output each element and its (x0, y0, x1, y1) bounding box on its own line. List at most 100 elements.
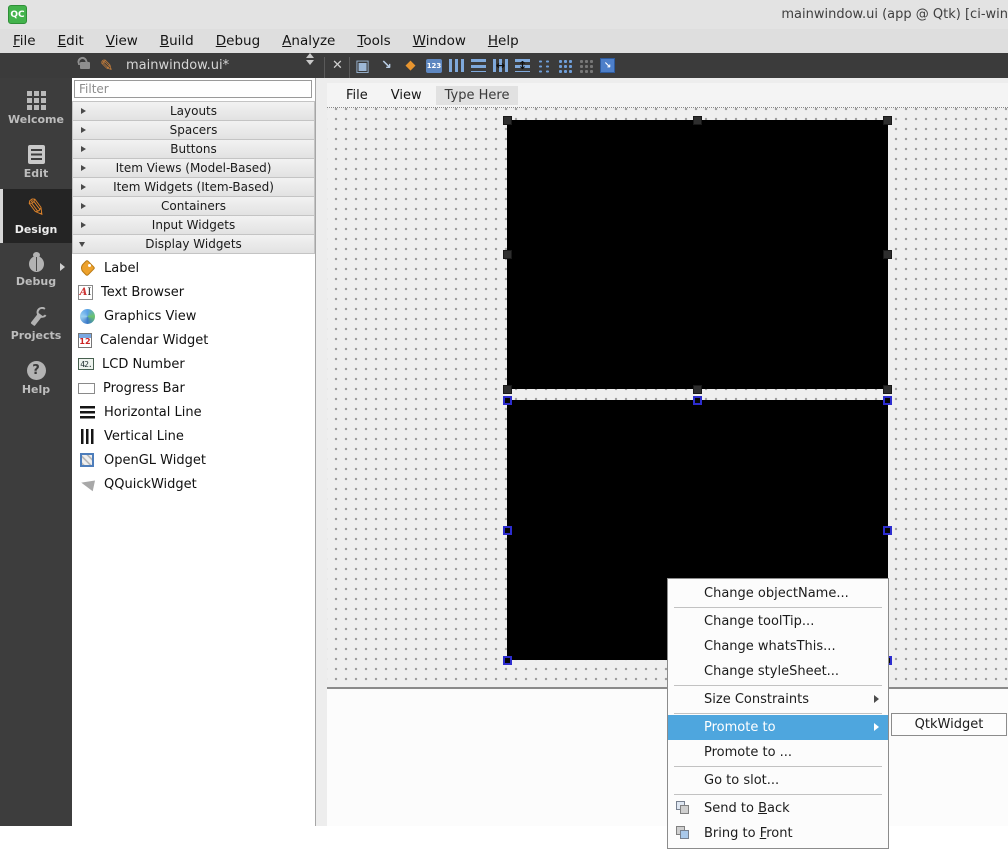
resize-handle-blue[interactable] (503, 656, 512, 665)
resize-handle-dark[interactable] (693, 116, 702, 125)
resize-handle-blue[interactable] (883, 526, 892, 535)
context-menu-item-change-objectname[interactable]: Change objectName... (668, 581, 888, 606)
widget-item-opengl-widget[interactable]: OpenGL Widget (72, 448, 315, 472)
bring-to-front-icon (676, 826, 691, 841)
sidebar-mode-debug[interactable]: Debug (0, 243, 72, 297)
context-menu-item-size-constraints[interactable]: Size Constraints (668, 687, 888, 712)
resize-handle-dark[interactable] (503, 116, 512, 125)
layout-vertically-icon[interactable] (471, 59, 486, 72)
break-layout-icon[interactable] (579, 59, 593, 73)
menu-item-view[interactable]: View (95, 29, 149, 53)
menu-item-help[interactable]: Help (477, 29, 530, 53)
widget-item-lcd-number[interactable]: LCD Number (72, 352, 315, 376)
context-menu-item-promote-to[interactable]: Promote to (668, 715, 888, 740)
widget-filter-input[interactable] (74, 80, 312, 98)
chevron-right-icon (81, 108, 86, 114)
mode-label: Debug (16, 275, 56, 288)
category-item-views-model-based[interactable]: Item Views (Model-Based) (72, 158, 315, 178)
widget-item-text-browser[interactable]: Text Browser (72, 280, 315, 304)
edit-buddies-icon[interactable] (402, 57, 419, 74)
resize-handle-blue[interactable] (503, 396, 512, 405)
adjust-size-icon[interactable] (600, 58, 615, 73)
submenu-arrow-icon (874, 723, 879, 731)
category-display-widgets[interactable]: Display Widgets (72, 234, 315, 254)
projects-wrench-icon (30, 312, 42, 325)
menu-separator (674, 713, 882, 714)
context-menu-item-change-tooltip[interactable]: Change toolTip... (668, 609, 888, 634)
document-spinner-icon[interactable] (306, 53, 314, 78)
layout-horizontally-splitter-icon[interactable] (493, 59, 508, 72)
context-menu-item-change-whatsthis[interactable]: Change whatsThis... (668, 634, 888, 659)
edit-tab-order-icon[interactable] (426, 59, 442, 73)
widget-item-label: Label (104, 261, 139, 276)
widget-item-graphics-view[interactable]: Graphics View (72, 304, 315, 328)
mode-label: Design (15, 223, 58, 236)
layout-horizontally-icon[interactable] (449, 59, 464, 72)
category-label: Spacers (170, 123, 218, 137)
menu-item-window[interactable]: Window (402, 29, 477, 53)
resize-handle-dark[interactable] (503, 250, 512, 259)
edit-widgets-icon[interactable] (354, 57, 371, 74)
form-menu-file[interactable]: File (337, 86, 377, 105)
resize-handle-dark[interactable] (883, 250, 892, 259)
sidebar-mode-design[interactable]: Design (0, 189, 72, 243)
resize-handle-dark[interactable] (503, 385, 512, 394)
category-layouts[interactable]: Layouts (72, 101, 315, 121)
category-item-widgets-item-based[interactable]: Item Widgets (Item-Based) (72, 177, 315, 197)
context-menu-item-promote-to[interactable]: Promote to ... (668, 740, 888, 765)
widget-item-vertical-line[interactable]: Vertical Line (72, 424, 315, 448)
resize-handle-blue[interactable] (883, 396, 892, 405)
context-menu: Change objectName...Change toolTip...Cha… (667, 578, 889, 849)
context-menu-item-go-to-slot[interactable]: Go to slot... (668, 768, 888, 793)
context-menu-item-change-stylesheet[interactable]: Change styleSheet... (668, 659, 888, 684)
category-containers[interactable]: Containers (72, 196, 315, 216)
layout-vertically-splitter-icon[interactable] (515, 59, 530, 72)
widget-box-panel: Layouts Spacers ButtonsItem Views (Model-B… (72, 78, 316, 826)
context-menu-item-send-to-back[interactable]: Send to Back (668, 796, 888, 821)
form-menu-view[interactable]: View (382, 86, 431, 105)
widget-item-label: Vertical Line (104, 429, 184, 444)
form-menu-type-here[interactable]: Type Here (436, 86, 519, 105)
widget-item-horizontal-line[interactable]: Horizontal Line (72, 400, 315, 424)
menu-item-tools[interactable]: Tools (346, 29, 401, 53)
category-label: Containers (161, 199, 226, 213)
widget-item-qquickwidget[interactable]: QQuickWidget (72, 472, 315, 496)
category-buttons[interactable]: Buttons (72, 139, 315, 159)
widget-item-label[interactable]: Label (72, 256, 315, 280)
menu-item-build[interactable]: Build (149, 29, 205, 53)
menu-item-edit[interactable]: Edit (47, 29, 95, 53)
sidebar-mode-edit[interactable]: Edit (0, 135, 72, 189)
resize-handle-dark[interactable] (693, 385, 702, 394)
category-input-widgets[interactable]: Input Widgets (72, 215, 315, 235)
menu-item-debug[interactable]: Debug (205, 29, 271, 53)
menu-item-analyze[interactable]: Analyze (271, 29, 346, 53)
sidebar-mode-help[interactable]: Help (0, 351, 72, 405)
sidebar-mode-welcome[interactable]: Welcome (0, 81, 72, 135)
edit-signals-slots-icon[interactable] (378, 57, 395, 74)
menu-item-file[interactable]: File (2, 29, 47, 53)
menu-separator (674, 766, 882, 767)
sidebar-mode-projects[interactable]: Projects (0, 297, 72, 351)
resize-handle-dark[interactable] (883, 385, 892, 394)
submenu-item-qtkwidget[interactable]: QtkWidget (915, 717, 984, 732)
layout-form-icon[interactable] (537, 59, 551, 73)
layout-grid-icon[interactable] (558, 59, 572, 73)
widget-item-progress-bar[interactable]: Progress Bar (72, 376, 315, 400)
chevron-down-icon (79, 242, 85, 247)
designed-widget-top[interactable] (507, 120, 888, 389)
flyout-arrow-icon[interactable] (60, 263, 65, 271)
chevron-right-icon (81, 146, 86, 152)
category-spacers[interactable]: Spacers (72, 120, 315, 140)
text-browser-icon (78, 285, 93, 300)
category-label: Input Widgets (152, 218, 235, 232)
widget-item-label: Calendar Widget (100, 333, 208, 348)
menu-separator (674, 685, 882, 686)
designer-tool-group (354, 53, 615, 78)
resize-handle-blue[interactable] (503, 526, 512, 535)
widget-item-calendar-widget[interactable]: Calendar Widget (72, 328, 315, 352)
close-document-icon[interactable] (332, 53, 343, 78)
resize-handle-dark[interactable] (883, 116, 892, 125)
context-menu-item-bring-to-front[interactable]: Bring to Front (668, 821, 888, 846)
resize-handle-blue[interactable] (693, 396, 702, 405)
open-document-selector[interactable]: mainwindow.ui* (126, 53, 229, 78)
